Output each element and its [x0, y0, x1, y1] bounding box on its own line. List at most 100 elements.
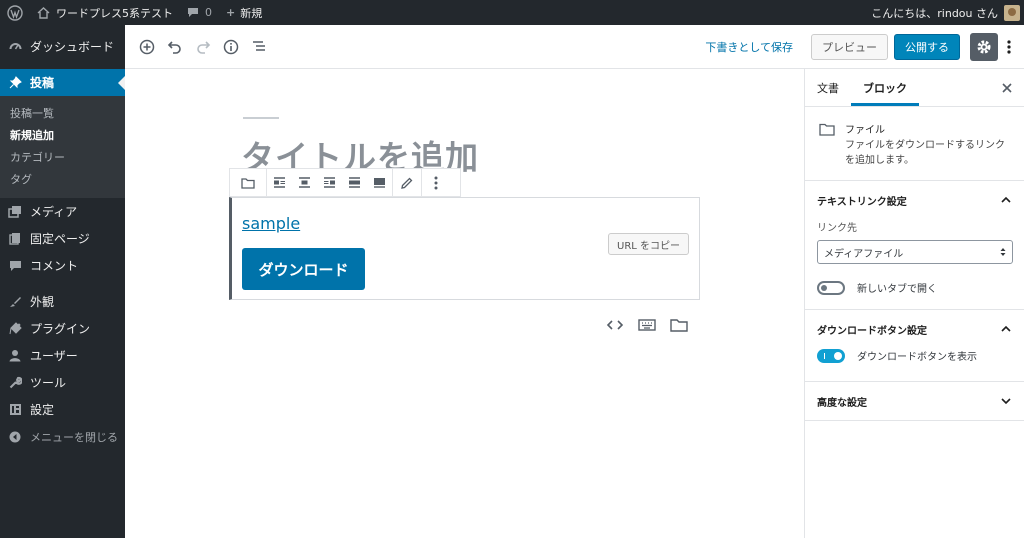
align-right-icon[interactable] [317, 169, 342, 196]
wordpress-logo-icon[interactable] [0, 0, 30, 25]
block-description: ファイルをダウンロードするリンクを追加します。 [845, 140, 1005, 166]
open-new-tab-row: 新しいタブで開く [817, 280, 1012, 295]
sidebar-item-plugins[interactable]: プラグイン [0, 315, 125, 342]
sidebar-item-dashboard[interactable]: ダッシュボード [0, 33, 125, 60]
download-button-settings-toggle[interactable]: ダウンロードボタン設定 [805, 310, 1024, 348]
sidebar-item-settings[interactable]: 設定 [0, 396, 125, 423]
comment-icon [8, 259, 22, 273]
collapse-icon [8, 430, 22, 444]
block-inserter-shortcuts [605, 315, 689, 335]
chevron-down-icon [1001, 398, 1011, 405]
align-left-icon[interactable] [267, 169, 292, 196]
greeting: こんにちは、rindou さん [871, 6, 998, 20]
sidebar-item-media[interactable]: メディア [0, 198, 125, 225]
submenu-all-posts[interactable]: 投稿一覧 [0, 102, 125, 124]
file-link[interactable]: sample [242, 214, 300, 233]
preview-button[interactable]: プレビュー [811, 33, 888, 60]
undo-icon[interactable] [161, 33, 189, 61]
new-label: 新規 [240, 6, 263, 20]
open-new-tab-label: 新しいタブで開く [857, 284, 937, 295]
sidebar-item-posts[interactable]: 投稿 [0, 69, 125, 96]
settings-gear-button[interactable] [970, 32, 998, 61]
code-icon[interactable] [605, 315, 625, 335]
block-card: ファイル ファイルをダウンロードするリンクを追加します。 [805, 107, 1024, 181]
chevron-up-icon [1001, 325, 1011, 332]
copy-url-button[interactable]: URL をコピー [608, 233, 690, 255]
settings-icon [8, 403, 22, 417]
folder-icon[interactable] [669, 315, 689, 335]
media-icon [8, 205, 22, 219]
close-icon[interactable] [998, 79, 1016, 97]
dashboard-icon [8, 40, 22, 54]
sidebar-item-pages[interactable]: 固定ページ [0, 225, 125, 252]
appearance-icon [8, 295, 22, 309]
submenu-add-new[interactable]: 新規追加 [0, 124, 125, 146]
plus-icon: + [226, 6, 236, 19]
link-to-label: リンク先 [817, 223, 857, 234]
settings-sidebar: 文書 ブロック ファイル ファイルをダウンロードするリンクを追加します。 テキス… [804, 69, 1024, 538]
advanced-settings-toggle[interactable]: 高度な設定 [805, 382, 1024, 420]
more-options-icon[interactable] [1000, 33, 1018, 61]
home-icon [37, 6, 50, 19]
block-name: ファイル [845, 125, 885, 136]
title-separator [243, 117, 279, 119]
align-full-icon[interactable] [367, 169, 392, 196]
align-wide-icon[interactable] [342, 169, 367, 196]
comments-count: 0 [205, 6, 212, 19]
add-block-icon[interactable] [133, 33, 161, 61]
advanced-settings-panel: 高度な設定 [805, 382, 1024, 421]
publish-button[interactable]: 公開する [894, 33, 960, 60]
download-button[interactable]: ダウンロード [242, 248, 365, 290]
submenu-categories[interactable]: カテゴリー [0, 146, 125, 168]
info-icon[interactable] [217, 33, 245, 61]
link-to-select[interactable]: メディアファイル [817, 240, 1013, 264]
site-name-link[interactable]: ワードプレス5系テスト [30, 0, 180, 25]
show-download-button-row: ダウンロードボタンを表示 [817, 348, 1012, 363]
plugin-icon [8, 322, 22, 336]
editor-header: 下書きとして保存 プレビュー 公開する [125, 25, 1024, 69]
select-arrows-icon [1000, 248, 1006, 256]
save-draft-button[interactable]: 下書きとして保存 [705, 39, 793, 55]
align-center-icon[interactable] [292, 169, 317, 196]
outline-list-icon[interactable] [245, 33, 273, 61]
tab-document[interactable]: 文書 [805, 69, 851, 106]
page-icon [8, 232, 22, 246]
sidebar-collapse-menu[interactable]: メニューを閉じる [0, 423, 125, 450]
keyboard-icon[interactable] [637, 315, 657, 335]
posts-submenu: 投稿一覧 新規追加 カテゴリー タグ [0, 96, 125, 198]
admin-bar: ワードプレス5系テスト 0 + 新規 こんにちは、rindou さん [0, 0, 1024, 25]
my-account-link[interactable]: こんにちは、rindou さん [864, 0, 1024, 25]
show-download-button-toggle[interactable] [817, 348, 845, 363]
sidebar-item-comments[interactable]: コメント [0, 252, 125, 279]
file-block[interactable]: sample URL をコピー ダウンロード [229, 197, 700, 300]
text-link-settings-panel: テキストリンク設定 リンク先 メディアファイル 新しいタブで開く [805, 181, 1024, 310]
wrench-icon [8, 376, 22, 390]
comments-link[interactable]: 0 [180, 0, 219, 25]
avatar [1004, 4, 1020, 21]
folder-icon [819, 121, 835, 168]
admin-sidebar: ダッシュボード 投稿 投稿一覧 新規追加 カテゴリー タグ メディア 固定ページ… [0, 25, 125, 538]
show-download-button-label: ダウンロードボタンを表示 [857, 352, 977, 363]
submenu-tags[interactable]: タグ [0, 168, 125, 190]
sidebar-item-appearance[interactable]: 外観 [0, 288, 125, 315]
sidebar-item-tools[interactable]: ツール [0, 369, 125, 396]
sidebar-tabs: 文書 ブロック [805, 69, 1024, 107]
redo-icon[interactable] [189, 33, 217, 61]
block-more-options-icon[interactable] [422, 169, 450, 196]
gear-icon [977, 40, 991, 53]
block-toolbar [229, 168, 461, 197]
open-new-tab-toggle[interactable] [817, 280, 845, 295]
edit-pencil-icon[interactable] [393, 169, 421, 196]
comment-bubble-icon [187, 7, 199, 18]
new-content-link[interactable]: + 新規 [219, 0, 269, 25]
tab-block[interactable]: ブロック [851, 69, 919, 106]
pushpin-icon [8, 76, 22, 90]
chevron-up-icon [1001, 196, 1011, 203]
editor-canvas: タイトルを追加 sample URL をコピー ダウンロード [125, 69, 804, 538]
sidebar-item-users[interactable]: ユーザー [0, 342, 125, 369]
site-name: ワードプレス5系テスト [56, 6, 173, 20]
text-link-settings-toggle[interactable]: テキストリンク設定 [805, 181, 1024, 219]
folder-icon[interactable] [230, 169, 266, 196]
user-icon [8, 349, 22, 363]
download-button-settings-panel: ダウンロードボタン設定 ダウンロードボタンを表示 [805, 310, 1024, 382]
